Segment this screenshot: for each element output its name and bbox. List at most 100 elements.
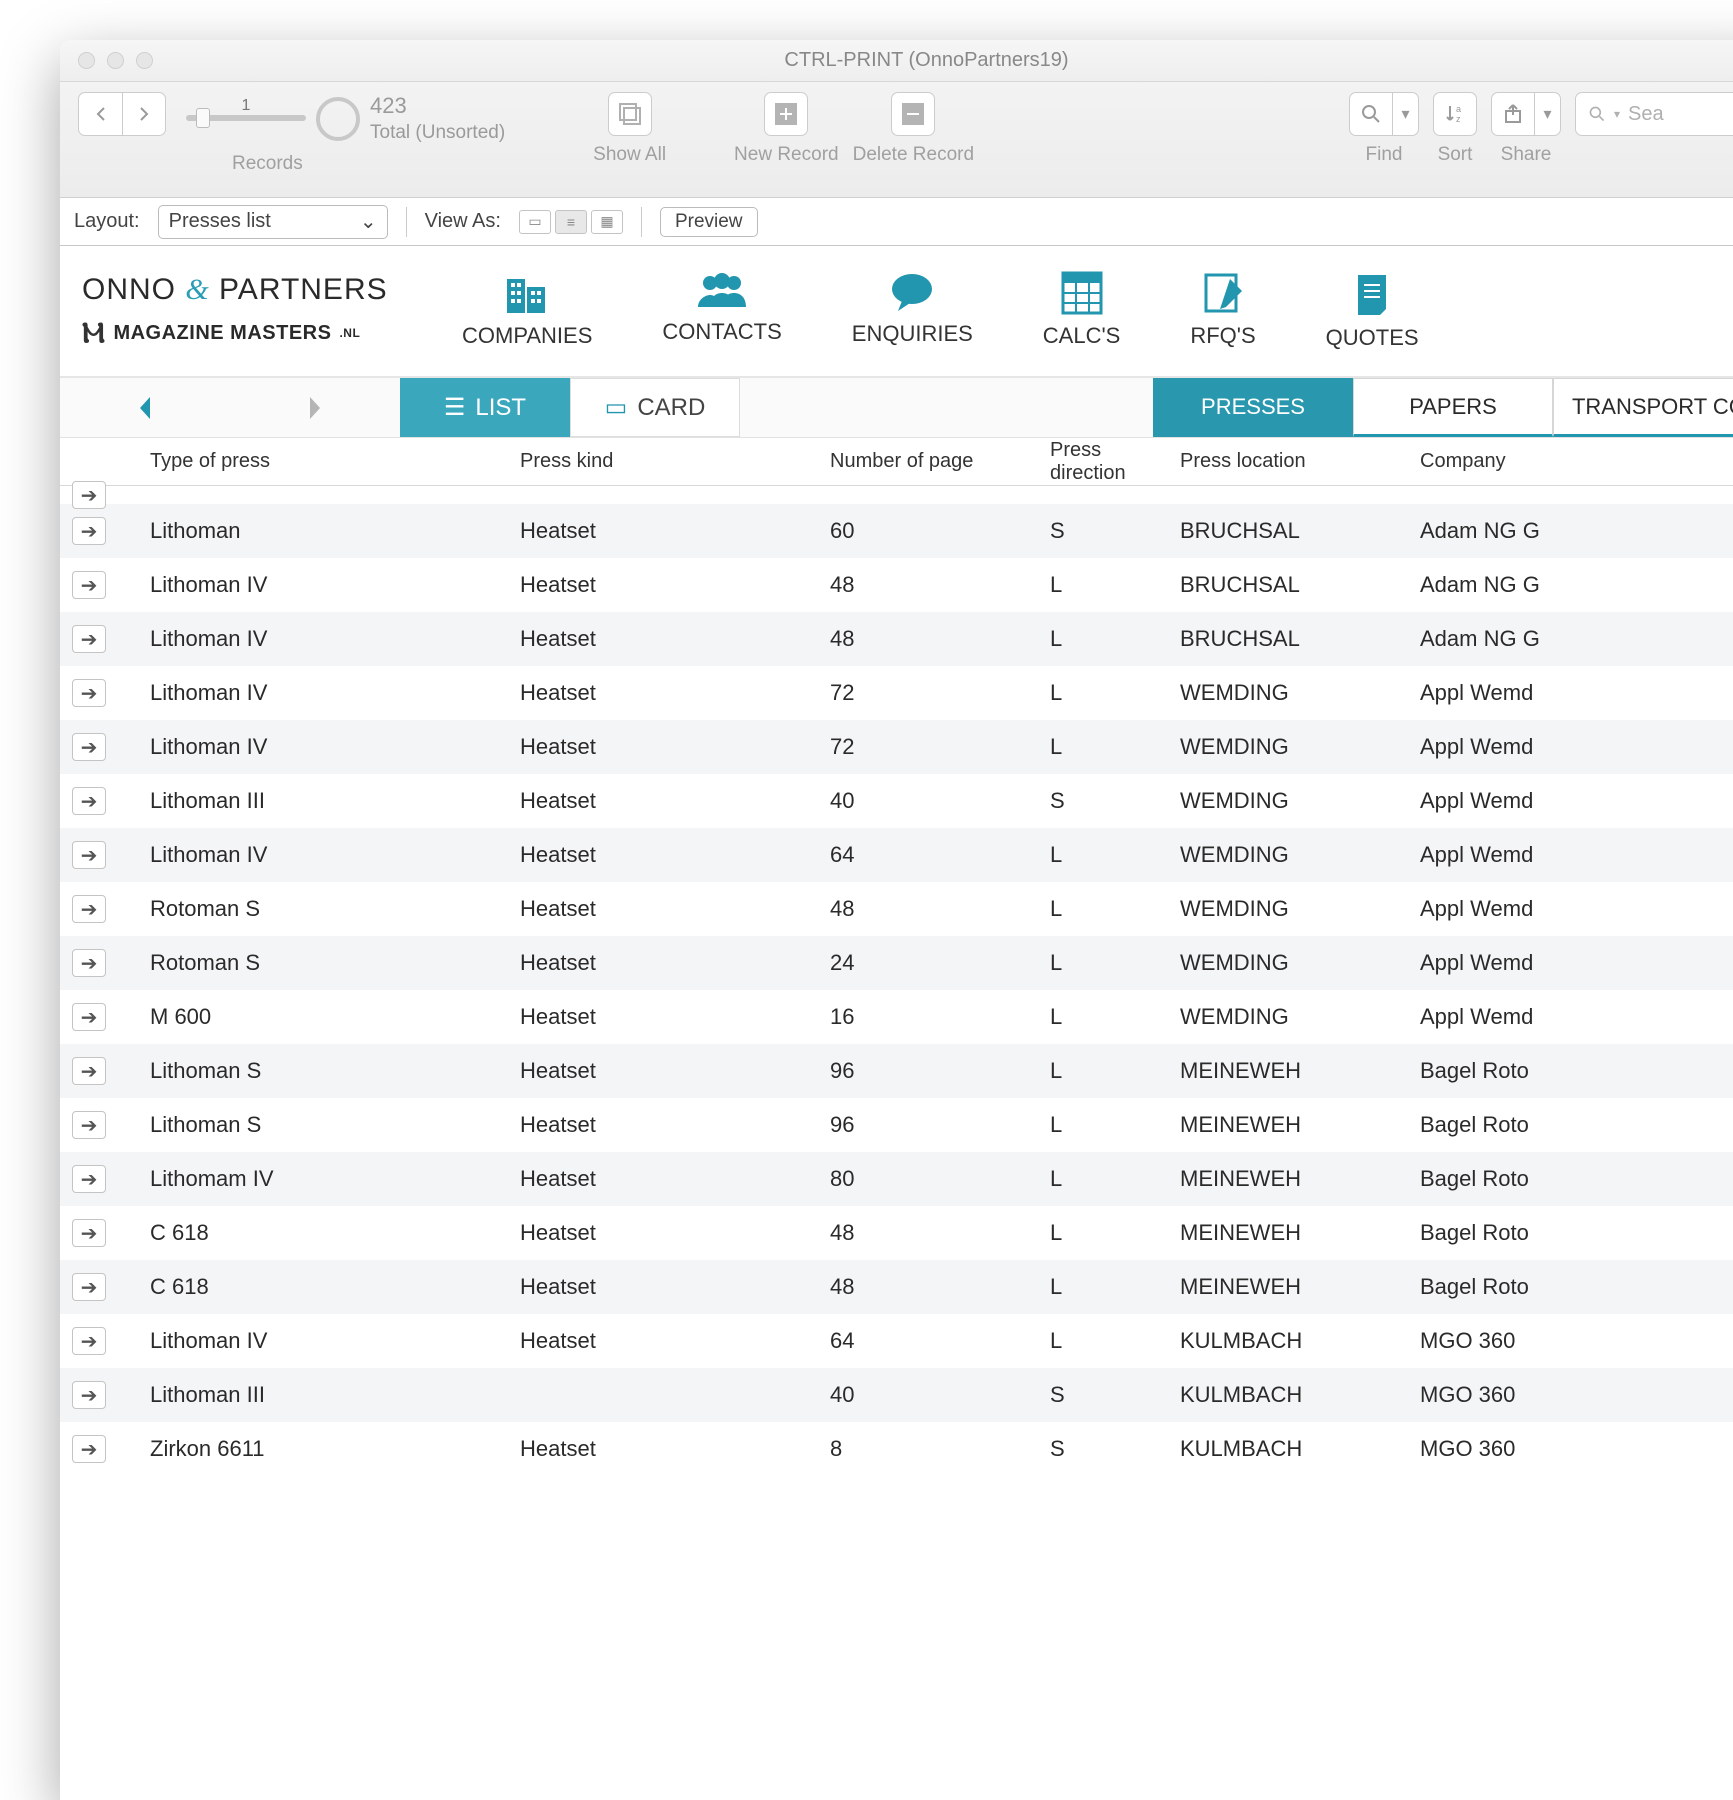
row-open-button[interactable]: ➔ (72, 625, 106, 653)
layout-bar: Layout: Presses list ⌄ View As: ▭ ≡ ▦ Pr… (60, 198, 1733, 246)
row-open-button[interactable]: ➔ (72, 895, 106, 923)
svg-text:a: a (1456, 104, 1461, 114)
row-open-button[interactable]: ➔ (72, 1381, 106, 1409)
row-open-button[interactable]: ➔ (72, 1327, 106, 1355)
col-direction[interactable]: Press direction (1042, 439, 1172, 485)
cell-type: Lithoman IV (142, 842, 512, 868)
new-record-button[interactable] (764, 92, 808, 136)
section-presses-tab[interactable]: PRESSES (1153, 378, 1353, 437)
quote-document-icon (1350, 271, 1394, 317)
table-row[interactable]: ➔Lithoman IVHeatset48LBRUCHSALAdam NG G (60, 612, 1733, 666)
table-row[interactable]: ➔Zirkon 6611Heatset8SKULMBACHMGO 360 (60, 1422, 1733, 1476)
search-input[interactable]: ▾ Sea (1575, 92, 1733, 136)
record-slider[interactable] (186, 115, 306, 121)
cell-kind: Heatset (512, 518, 822, 544)
pie-chart-icon[interactable] (316, 97, 360, 141)
cell-type: Lithoman IV (142, 626, 512, 652)
nav-calcs[interactable]: CALC'S (1043, 271, 1121, 351)
row-open-button[interactable]: ➔ (72, 481, 106, 509)
page-next-button[interactable] (230, 378, 400, 437)
table-row[interactable]: ➔LithomanHeatset60SBRUCHSALAdam NG G (60, 504, 1733, 558)
cell-direction: L (1042, 950, 1172, 976)
viewas-list-button[interactable]: ≡ (555, 210, 587, 234)
cell-company: Appl Wemd (1412, 788, 1733, 814)
record-next-button[interactable] (122, 92, 166, 136)
table-row[interactable]: ➔Lithoman IVHeatset64LKULMBACHMGO 360 (60, 1314, 1733, 1368)
nav-companies[interactable]: COMPANIES (462, 271, 592, 351)
col-location[interactable]: Press location (1172, 450, 1412, 473)
col-company[interactable]: Company (1412, 450, 1733, 473)
row-open-button[interactable]: ➔ (72, 679, 106, 707)
row-open-button[interactable]: ➔ (72, 1435, 106, 1463)
col-kind[interactable]: Press kind (512, 450, 822, 473)
cell-location: WEMDING (1172, 680, 1412, 706)
table-row[interactable]: ➔Lithoman IVHeatset72LWEMDINGAppl Wemd (60, 666, 1733, 720)
cell-kind: Heatset (512, 1166, 822, 1192)
nav-enquiries[interactable]: ENQUIRIES (852, 271, 973, 351)
table-row[interactable]: ➔C 618Heatset48LMEINEWEHBagel Roto (60, 1260, 1733, 1314)
table-row[interactable]: ➔Rotoman SHeatset24LWEMDINGAppl Wemd (60, 936, 1733, 990)
view-card-tab[interactable]: ▭ CARD (570, 378, 740, 437)
cell-location: MEINEWEH (1172, 1112, 1412, 1138)
viewas-form-button[interactable]: ▭ (519, 210, 551, 234)
nav-quotes[interactable]: QUOTES (1326, 271, 1419, 351)
table-row[interactable]: ➔Lithoman IVHeatset48LBRUCHSALAdam NG G (60, 558, 1733, 612)
row-open-button[interactable]: ➔ (72, 571, 106, 599)
building-icon (503, 271, 551, 315)
cell-pages: 96 (822, 1058, 1042, 1084)
table-row[interactable]: ➔M 600Heatset16LWEMDINGAppl Wemd (60, 990, 1733, 1044)
cell-type: Lithoman S (142, 1112, 512, 1138)
table-row[interactable]: ➔Lithoman III40SKULMBACHMGO 360 (60, 1368, 1733, 1422)
col-pages[interactable]: Number of page (822, 450, 1042, 473)
row-open-button[interactable]: ➔ (72, 1111, 106, 1139)
table-row[interactable]: ➔Lithoman SHeatset96LMEINEWEHBagel Roto (60, 1044, 1733, 1098)
cell-pages: 64 (822, 842, 1042, 868)
edit-document-icon (1202, 271, 1244, 315)
view-list-tab[interactable]: ☰ LIST (400, 378, 570, 437)
cell-type: Lithoman IV (142, 680, 512, 706)
row-open-button[interactable]: ➔ (72, 517, 106, 545)
cell-type: C 618 (142, 1274, 512, 1300)
table-row[interactable]: ➔Rotoman SHeatset48LWEMDINGAppl Wemd (60, 882, 1733, 936)
find-button[interactable]: ▾ (1349, 92, 1419, 136)
brand-logo: ONNO & PARTNERS Ⲙ MAGAZINE MASTERS.NL (82, 273, 462, 350)
nav-contacts[interactable]: CONTACTS (662, 271, 781, 351)
row-open-button[interactable]: ➔ (72, 841, 106, 869)
delete-record-button[interactable] (891, 92, 935, 136)
share-dropdown-caret[interactable]: ▾ (1535, 92, 1561, 136)
show-all-button[interactable] (608, 92, 652, 136)
table-row[interactable]: ➔Lithoman IVHeatset64LWEMDINGAppl Wemd (60, 828, 1733, 882)
row-open-button[interactable]: ➔ (72, 787, 106, 815)
section-transport-tab[interactable]: TRANSPORT COST (1553, 378, 1733, 437)
row-open-button[interactable]: ➔ (72, 1057, 106, 1085)
row-open-button[interactable]: ➔ (72, 1273, 106, 1301)
row-open-button[interactable]: ➔ (72, 1165, 106, 1193)
sort-button[interactable]: az (1433, 92, 1477, 136)
layout-label: Layout: (74, 210, 140, 233)
table-row[interactable]: ➔Lithomam IVHeatset80LMEINEWEHBagel Roto (60, 1152, 1733, 1206)
table-row[interactable]: ➔Lithoman SHeatset96LMEINEWEHBagel Roto (60, 1098, 1733, 1152)
cell-company: Appl Wemd (1412, 1004, 1733, 1030)
layout-select[interactable]: Presses list ⌄ (158, 205, 388, 239)
row-open-button[interactable]: ➔ (72, 949, 106, 977)
table-row[interactable]: ➔Lithoman IIIHeatset40SWEMDINGAppl Wemd (60, 774, 1733, 828)
cell-location: WEMDING (1172, 734, 1412, 760)
cell-company: MGO 360 (1412, 1328, 1733, 1354)
record-prev-button[interactable] (78, 92, 122, 136)
section-papers-tab[interactable]: PAPERS (1353, 378, 1553, 437)
nav-rfqs[interactable]: RFQ'S (1190, 271, 1255, 351)
table-row[interactable]: ➔C 618Heatset48LMEINEWEHBagel Roto (60, 1206, 1733, 1260)
share-button[interactable]: ▾ (1491, 92, 1561, 136)
row-open-button[interactable]: ➔ (72, 1003, 106, 1031)
row-open-button[interactable]: ➔ (72, 1219, 106, 1247)
row-open-button[interactable]: ➔ (72, 733, 106, 761)
page-prev-button[interactable] (60, 378, 230, 437)
viewas-table-button[interactable]: ▦ (591, 210, 623, 234)
find-dropdown-caret[interactable]: ▾ (1393, 92, 1419, 136)
cell-pages: 8 (822, 1436, 1042, 1462)
preview-button[interactable]: Preview (660, 207, 758, 237)
cell-location: KULMBACH (1172, 1436, 1412, 1462)
table-row[interactable]: ➔Lithoman IVHeatset72LWEMDINGAppl Wemd (60, 720, 1733, 774)
col-type[interactable]: Type of press (142, 450, 512, 473)
cell-type: Lithoman IV (142, 1328, 512, 1354)
